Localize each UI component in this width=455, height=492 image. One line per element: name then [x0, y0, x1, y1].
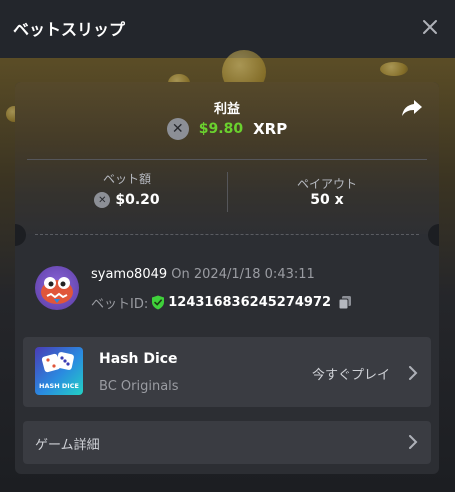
payout-value: 50 x	[310, 192, 344, 208]
avatar-image	[41, 277, 73, 304]
avatar[interactable]	[35, 266, 79, 310]
chevron-right-icon	[409, 435, 418, 449]
coin-decoration	[380, 62, 408, 76]
game-name: Hash Dice	[99, 351, 178, 367]
bet-amount-row: ✕ $0.20	[27, 192, 227, 208]
result-summary: 利益 ✕ $9.80 XRP ベット額 ✕ $0.20 ペイアウト 50 x	[15, 82, 439, 234]
copy-icon[interactable]	[338, 295, 352, 310]
xrp-coin-icon: ✕	[94, 192, 111, 208]
profit-label: 利益	[213, 102, 240, 117]
bet-datetime: On 2024/1/18 0:43:11	[167, 267, 315, 282]
bet-id-value: 124316836245274972	[168, 295, 332, 310]
game-row[interactable]: HASH DICE Hash Dice BC Originals 今すぐプレイ	[23, 337, 431, 407]
verified-shield-icon	[152, 295, 165, 310]
game-provider: BC Originals	[99, 379, 179, 394]
username[interactable]: syamo8049	[91, 267, 167, 282]
profit-currency: XRP	[253, 120, 288, 138]
play-now-link[interactable]: 今すぐプレイ	[312, 364, 390, 383]
bet-id-label: ベットID:	[91, 297, 149, 312]
divider	[27, 159, 427, 160]
game-thumbnail: HASH DICE	[35, 347, 83, 395]
xrp-coin-icon: ✕	[166, 118, 189, 140]
chevron-right-icon	[409, 366, 418, 380]
game-details-label: ゲーム詳細	[35, 438, 100, 453]
bet-amount-label: ベット額	[102, 172, 151, 186]
dice-icon: HASH DICE	[39, 352, 79, 390]
payout-label: ペイアウト	[296, 177, 357, 191]
user-line: syamo8049 On 2024/1/18 0:43:11	[91, 267, 315, 282]
close-icon[interactable]	[420, 17, 440, 37]
game-thumb-text: HASH DICE	[39, 382, 79, 390]
ticket-notch	[428, 224, 439, 246]
page-title: ベットスリップ	[13, 20, 126, 39]
bet-slip-card: 利益 ✕ $9.80 XRP ベット額 ✕ $0.20 ペイアウト 50 x s…	[15, 82, 439, 474]
share-icon[interactable]	[401, 98, 423, 118]
dashed-divider	[35, 234, 419, 235]
profit-amount: $9.80	[198, 121, 244, 137]
profit-row: ✕ $9.80 XRP	[15, 118, 439, 140]
bet-id-line: ベットID: 124316836245274972	[91, 293, 352, 312]
header-bar: ベットスリップ	[0, 0, 455, 58]
game-details-row[interactable]: ゲーム詳細	[23, 421, 431, 464]
bet-amount-value: $0.20	[115, 192, 160, 208]
